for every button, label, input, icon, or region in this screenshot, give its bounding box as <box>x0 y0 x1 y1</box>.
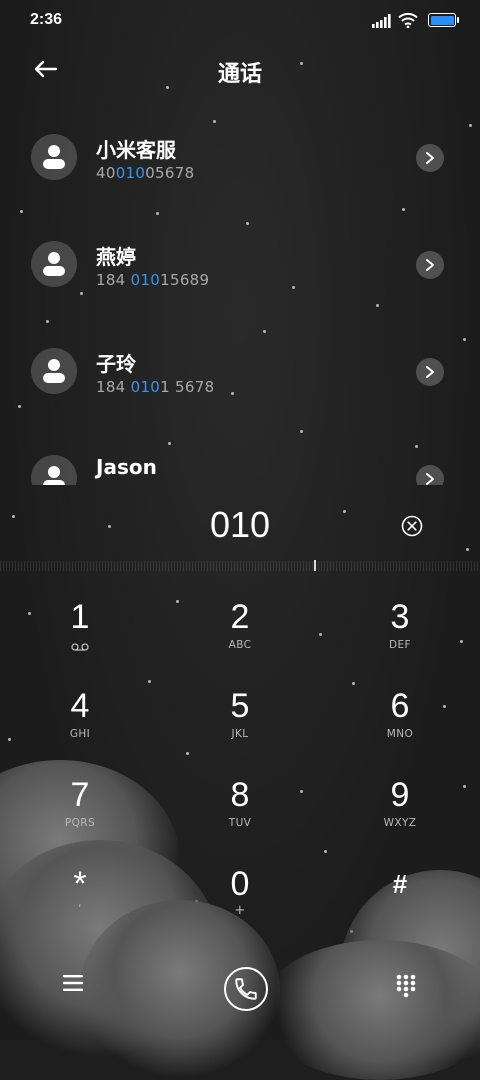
key-star[interactable]: * , <box>20 865 140 945</box>
chevron-right-icon <box>426 366 434 378</box>
avatar <box>31 455 77 485</box>
status-bar: 2:36 <box>0 0 480 44</box>
contact-row[interactable]: 小米客服 4001005678 <box>0 104 480 211</box>
status-time: 2:36 <box>30 11 63 28</box>
battery-icon <box>428 13 459 27</box>
key-1[interactable]: 1 <box>20 598 140 678</box>
contact-row[interactable]: 子玲 184 0101 5678 <box>0 318 480 425</box>
call-button[interactable] <box>224 967 268 1011</box>
divider <box>0 561 480 571</box>
voicemail-icon <box>71 643 89 651</box>
app-header: 通话 <box>0 44 480 100</box>
person-icon <box>43 466 65 485</box>
contact-number: 4001005678 <box>96 164 195 182</box>
contact-detail-button[interactable] <box>416 144 444 172</box>
person-icon <box>43 252 65 276</box>
key-4[interactable]: 4 GHI <box>20 687 140 767</box>
chevron-right-icon <box>426 259 434 271</box>
contact-name: 燕婷 <box>96 245 136 269</box>
key-hash[interactable]: # <box>340 865 460 945</box>
key-8[interactable]: 8 TUV <box>180 776 300 856</box>
contact-name: 小米客服 <box>96 138 176 162</box>
contact-detail-button[interactable] <box>416 251 444 279</box>
contact-suggestion-list[interactable]: 小米客服 4001005678 燕婷 184 01015689 子玲 184 0… <box>0 104 480 485</box>
chevron-right-icon <box>426 473 434 485</box>
avatar <box>31 348 77 394</box>
key-5[interactable]: 5 JKL <box>180 687 300 767</box>
contact-row[interactable]: 燕婷 184 01015689 <box>0 211 480 318</box>
page-title: 通话 <box>217 62 262 87</box>
avatar <box>31 241 77 287</box>
wifi-icon <box>398 12 418 28</box>
contact-name: Jason <box>96 455 157 479</box>
dial-input-row: 010 <box>0 500 480 556</box>
signal-icon <box>372 14 391 28</box>
key-9[interactable]: 9 WXYZ <box>340 776 460 856</box>
contact-detail-button[interactable] <box>416 465 444 485</box>
key-7[interactable]: 7 PQRS <box>20 776 140 856</box>
contact-number: 184 0101 5678 <box>96 378 215 396</box>
cursor-marker <box>314 560 316 571</box>
contact-number: 184 01015689 <box>96 271 210 289</box>
person-icon <box>43 359 65 383</box>
key-2[interactable]: 2 ABC <box>180 598 300 678</box>
contact-detail-button[interactable] <box>416 358 444 386</box>
clear-circle-icon[interactable] <box>401 515 423 537</box>
key-0[interactable]: 0 + <box>180 865 300 945</box>
menu-icon[interactable] <box>62 974 84 992</box>
contact-name: 子玲 <box>96 352 136 376</box>
key-3[interactable]: 3 DEF <box>340 598 460 678</box>
chevron-right-icon <box>426 152 434 164</box>
avatar <box>31 134 77 180</box>
key-6[interactable]: 6 MNO <box>340 687 460 767</box>
dialpad-icon[interactable] <box>396 974 416 998</box>
person-icon <box>43 145 65 169</box>
contact-row[interactable]: Jason <box>0 425 480 485</box>
phone-icon <box>235 978 257 1000</box>
